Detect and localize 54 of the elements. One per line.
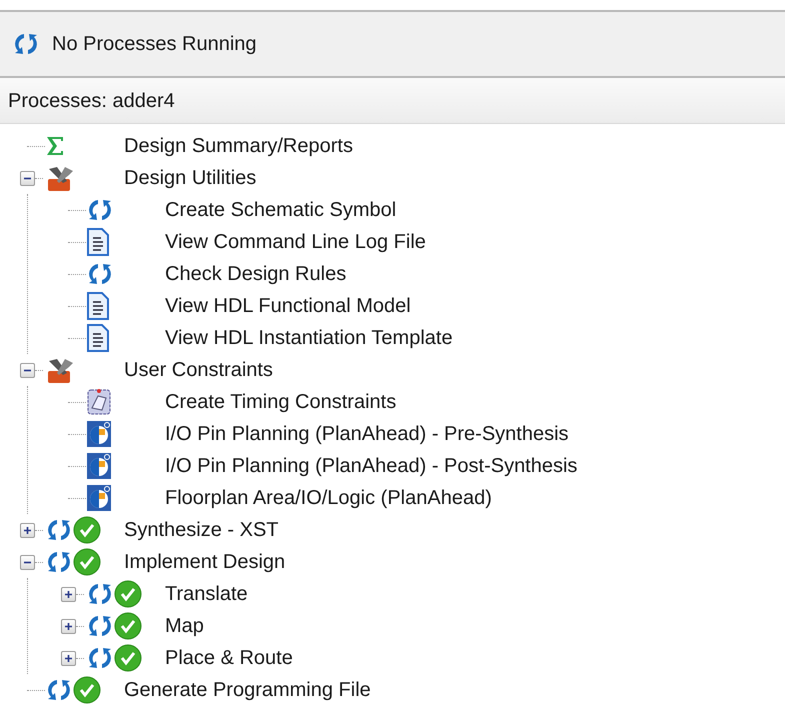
tree-item-label[interactable]: Implement Design	[124, 547, 286, 577]
status-text: No Processes Running	[52, 32, 257, 57]
collapse-toggle[interactable]	[20, 554, 35, 570]
collapse-toggle[interactable]	[20, 362, 35, 378]
document-icon	[86, 228, 110, 256]
tree-item-label[interactable]: Create Schematic Symbol	[165, 195, 396, 225]
sigma-icon	[45, 135, 65, 157]
sync-icon	[86, 261, 114, 287]
sync-icon	[45, 517, 73, 543]
tree-item-label[interactable]: I/O Pin Planning (PlanAhead) - Pre-Synthesis	[165, 419, 569, 449]
tree-item-label[interactable]: Map	[165, 611, 204, 641]
document-icon	[86, 324, 110, 352]
check-icon	[73, 676, 101, 704]
sync-icon	[86, 613, 114, 639]
tree-item-label[interactable]: Floorplan Area/IO/Logic (PlanAhead)	[165, 483, 492, 513]
planahead-icon	[86, 452, 112, 480]
check-icon	[73, 548, 101, 576]
sync-icon	[86, 645, 114, 671]
document-icon	[86, 292, 110, 320]
tree-item-label[interactable]: I/O Pin Planning (PlanAhead) - Post-Synthesis	[165, 451, 578, 481]
collapse-toggle[interactable]	[20, 170, 35, 186]
planahead-icon	[86, 484, 112, 512]
sync-icon	[45, 677, 73, 703]
tree-item-label[interactable]: View HDL Instantiation Template	[165, 323, 453, 353]
tree-item-label[interactable]: Generate Programming File	[124, 675, 371, 705]
tree-item-label[interactable]: Create Timing Constraints	[165, 387, 396, 417]
sync-icon	[12, 31, 40, 57]
check-icon	[73, 516, 101, 544]
tree-item-label[interactable]: Check Design Rules	[165, 259, 346, 289]
tree-item-label[interactable]: View Command Line Log File	[165, 227, 426, 257]
sync-icon	[86, 197, 114, 223]
clipboard-icon	[86, 388, 112, 416]
expand-toggle[interactable]	[61, 586, 76, 602]
plus-icon	[64, 622, 73, 630]
sync-icon	[45, 549, 73, 575]
panel-title: Processes: adder4	[8, 88, 175, 114]
tree-item-label[interactable]: Translate	[165, 579, 248, 609]
tree-item-label[interactable]: Synthesize - XST	[124, 515, 279, 545]
tree-item-label[interactable]: View HDL Functional Model	[165, 291, 411, 321]
planahead-icon	[86, 420, 112, 448]
sync-icon	[86, 581, 114, 607]
tree-item-label[interactable]: Design Summary/Reports	[124, 131, 353, 161]
tree-item-label[interactable]: Design Utilities	[124, 163, 256, 193]
expand-toggle[interactable]	[20, 522, 35, 538]
expand-toggle[interactable]	[61, 650, 76, 666]
plus-icon	[23, 526, 32, 534]
check-icon	[114, 580, 142, 608]
tree-item-label[interactable]: User Constraints	[124, 355, 273, 385]
plus-icon	[64, 654, 73, 662]
expand-toggle[interactable]	[61, 618, 76, 634]
tree-item-label[interactable]: Place & Route	[165, 643, 293, 673]
check-icon	[114, 612, 142, 640]
check-icon	[114, 644, 142, 672]
plus-icon	[64, 590, 73, 598]
